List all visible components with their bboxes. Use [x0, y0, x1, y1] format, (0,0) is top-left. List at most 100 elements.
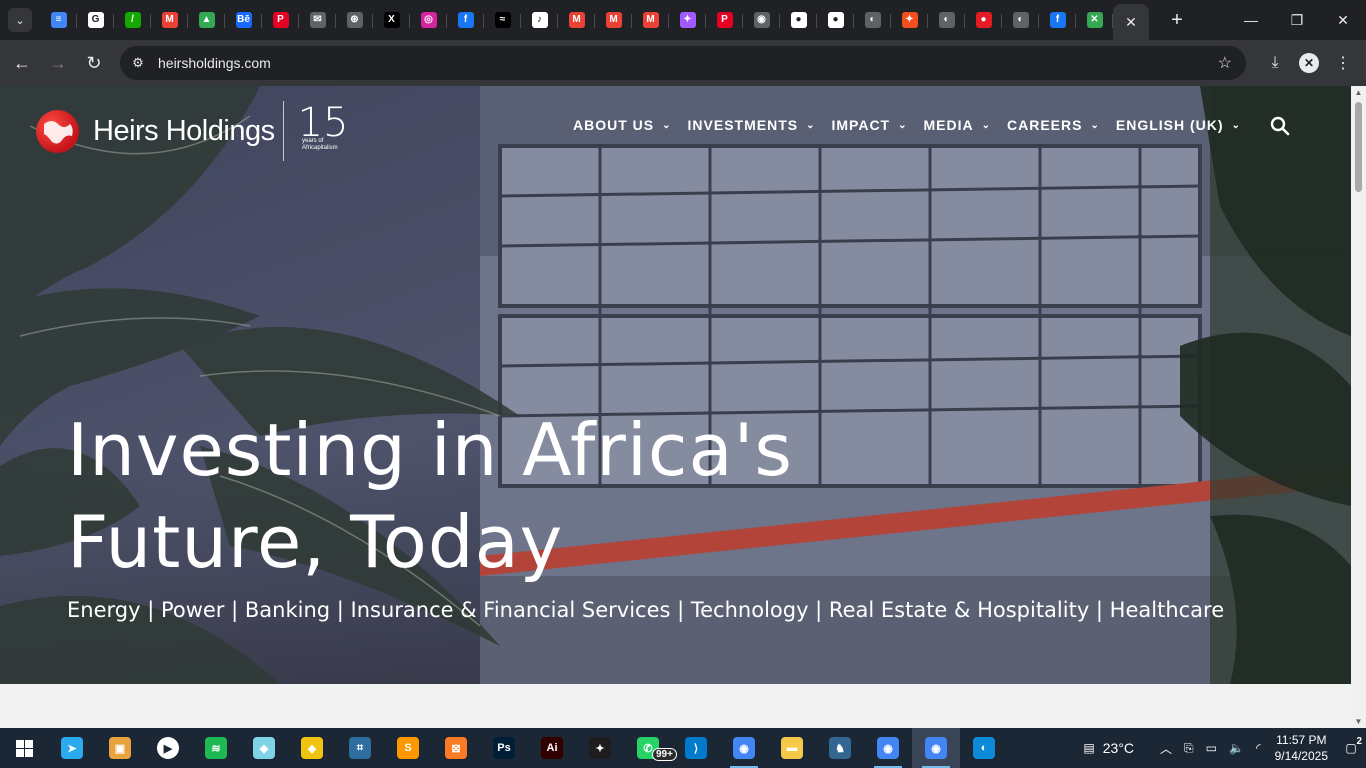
reload-button[interactable]: ↻	[76, 45, 112, 81]
browser-tab[interactable]: M	[151, 4, 188, 36]
browser-tab[interactable]: ●	[780, 4, 817, 36]
git-icon: ◈	[301, 737, 323, 759]
close-tab-icon[interactable]: ✕	[1125, 14, 1137, 31]
nav-item-investments[interactable]: INVESTMENTS ⌄	[688, 117, 816, 133]
spotify-icon: ≋	[205, 737, 227, 759]
browser-tab[interactable]: ✕	[1076, 4, 1113, 36]
browser-tab[interactable]: ⊛	[336, 4, 373, 36]
minimize-button[interactable]: —	[1228, 0, 1274, 40]
taskbar-app[interactable]: ▣	[96, 728, 144, 768]
tab-search-button[interactable]: ⌄	[8, 8, 32, 32]
hidden-icons-chevron-icon[interactable]: ︿	[1160, 740, 1172, 757]
browser-tab[interactable]: M	[632, 4, 669, 36]
site-info-icon[interactable]: ⚙	[126, 51, 150, 75]
taskbar-app[interactable]: ✦	[576, 728, 624, 768]
wifi-icon[interactable]: ◜	[1256, 741, 1261, 755]
github-icon: ●	[827, 12, 844, 28]
bookmark-star-icon[interactable]: ☆	[1218, 53, 1232, 73]
browser-tab[interactable]: ≡	[40, 4, 77, 36]
address-bar[interactable]: ⚙ heirsholdings.com ☆	[120, 46, 1246, 80]
browser-tab[interactable]: ◎	[410, 4, 447, 36]
scroll-thumb[interactable]	[1355, 102, 1362, 192]
browser-tab[interactable]: M	[595, 4, 632, 36]
instagram-icon: ◎	[420, 12, 437, 28]
nav-item-about-us[interactable]: ABOUT US ⌄	[573, 117, 672, 133]
browser-tab[interactable]: G	[77, 4, 114, 36]
clock[interactable]: 11:57 PM 9/14/2025	[1275, 732, 1328, 764]
start-button[interactable]	[0, 728, 48, 768]
browser-tab[interactable]: ◉	[743, 4, 780, 36]
browser-tab[interactable]: ✦	[669, 4, 706, 36]
page-scrollbar[interactable]: ▲ ▼	[1351, 86, 1366, 728]
battery-icon[interactable]: ▭	[1206, 741, 1217, 755]
taskbar-app[interactable]: ⟩	[672, 728, 720, 768]
browser-tab[interactable]: P	[262, 4, 299, 36]
browser-tab[interactable]: ✦	[891, 4, 928, 36]
volume-icon[interactable]: 🔈	[1229, 741, 1244, 755]
close-window-button[interactable]: ✕	[1320, 0, 1366, 40]
browser-tab[interactable]: /	[114, 4, 151, 36]
browser-tab[interactable]: Bē	[225, 4, 262, 36]
browser-tab[interactable]: ●	[965, 4, 1002, 36]
taskbar-app[interactable]: ◐	[960, 728, 1008, 768]
taskbar-app[interactable]: ◉	[720, 728, 768, 768]
url-text[interactable]: heirsholdings.com	[158, 55, 271, 71]
browser-tab[interactable]: ◐	[1002, 4, 1039, 36]
taskbar-app[interactable]: ◉	[864, 728, 912, 768]
taskbar-app[interactable]: ◆	[240, 728, 288, 768]
windows-logo-icon	[15, 739, 33, 757]
browser-tab[interactable]: X	[373, 4, 410, 36]
palm-foliage-image	[0, 86, 520, 684]
active-tab[interactable]: ✕	[1113, 4, 1149, 40]
nav-item-media[interactable]: MEDIA ⌄	[924, 117, 992, 133]
notifications-button[interactable]: ▢ 2	[1336, 736, 1366, 755]
taskbar-app[interactable]: ⌗	[336, 728, 384, 768]
browser-tab[interactable]: ✉	[299, 4, 336, 36]
browser-tab[interactable]: ≈	[484, 4, 521, 36]
clock-time: 11:57 PM	[1276, 733, 1327, 747]
restore-button[interactable]: ❐	[1274, 0, 1320, 40]
browser-tab[interactable]: ◐	[854, 4, 891, 36]
new-tab-button[interactable]: +	[1163, 9, 1191, 32]
taskbar-app[interactable]: S	[384, 728, 432, 768]
scroll-down-arrow-icon[interactable]: ▼	[1354, 717, 1363, 726]
search-icon[interactable]	[1270, 116, 1290, 142]
nav-item-english-uk[interactable]: ENGLISH (UK) ⌄	[1116, 117, 1241, 133]
forward-button[interactable]: →	[40, 45, 76, 81]
site-logo[interactable]: Heirs Holdings 15	[36, 100, 348, 161]
browser-tab[interactable]: f	[1039, 4, 1076, 36]
taskbar-app[interactable]: Ps	[480, 728, 528, 768]
taskbar-app[interactable]: ⊠	[432, 728, 480, 768]
globe-icon: ◐	[1012, 12, 1029, 28]
taskbar-app[interactable]: ➤	[48, 728, 96, 768]
taskbar-app[interactable]: ≋	[192, 728, 240, 768]
taskbar-app[interactable]: Ai	[528, 728, 576, 768]
taskbar-app[interactable]: ◉	[912, 728, 960, 768]
taskbar-app[interactable]: ♞	[816, 728, 864, 768]
browser-tab[interactable]: M	[558, 4, 595, 36]
browser-tab[interactable]: ♪	[521, 4, 558, 36]
menu-kebab-icon[interactable]: ⋮	[1328, 48, 1358, 78]
nav-item-careers[interactable]: CAREERS ⌄	[1007, 117, 1100, 133]
browser-tab[interactable]: P	[706, 4, 743, 36]
chevron-down-icon: ⌄	[806, 119, 816, 131]
back-button[interactable]: ←	[4, 45, 40, 81]
taskbar-app[interactable]: ▶	[144, 728, 192, 768]
browser-tab[interactable]: ◐	[928, 4, 965, 36]
globe-icon: ◐	[864, 12, 881, 28]
scroll-up-arrow-icon[interactable]: ▲	[1354, 88, 1363, 97]
browser-tab[interactable]: ▲	[188, 4, 225, 36]
news-icon: ▤	[1083, 741, 1095, 755]
taskbar-app[interactable]: ✆ 99+	[624, 728, 677, 768]
weather-widget[interactable]: ▤ 23°C	[1083, 740, 1134, 756]
photoshop-icon: Ps	[493, 737, 515, 759]
download-icon[interactable]: ⤓	[1260, 48, 1290, 78]
nav-item-impact[interactable]: IMPACT ⌄	[831, 117, 907, 133]
chevron-down-icon: ⌄	[1090, 119, 1100, 131]
profile-button[interactable]: ✕	[1294, 48, 1324, 78]
browser-tab[interactable]: ●	[817, 4, 854, 36]
browser-tab[interactable]: f	[447, 4, 484, 36]
taskbar-app[interactable]: ◈	[288, 728, 336, 768]
meet-now-icon[interactable]: ⎘	[1184, 741, 1194, 756]
taskbar-app[interactable]: ▬	[768, 728, 816, 768]
